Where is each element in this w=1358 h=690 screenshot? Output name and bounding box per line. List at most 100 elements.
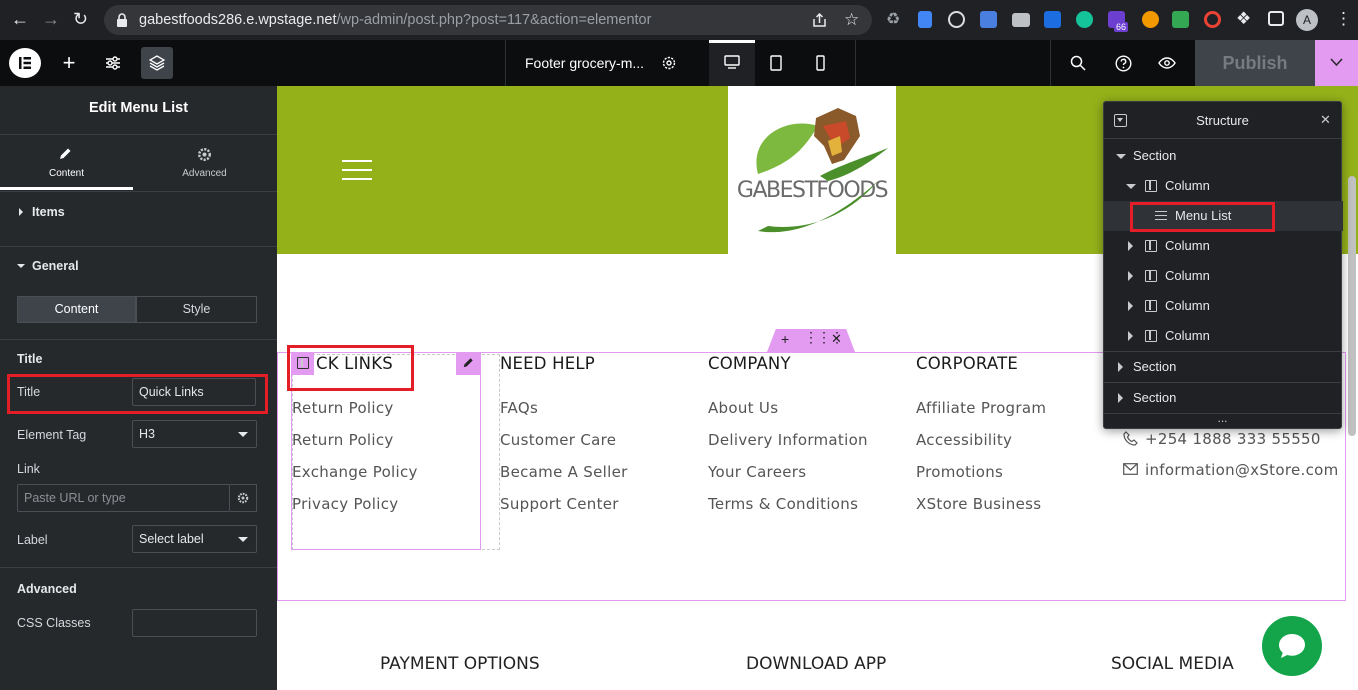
hamburger-menu-icon[interactable] [342, 160, 372, 182]
canvas-scrollbar[interactable] [1348, 176, 1356, 436]
chat-icon [1279, 634, 1305, 658]
element-tag-select[interactable]: H3 [132, 420, 257, 448]
document-title[interactable]: Footer grocery-m... [525, 55, 644, 71]
structure-row-section[interactable]: Section [1104, 383, 1343, 413]
advanced-group-heading: Advanced [17, 582, 77, 596]
docs-extension-icon[interactable] [918, 11, 932, 28]
column-3-link[interactable]: Your Careers [708, 463, 806, 481]
add-element-icon[interactable]: + [56, 40, 82, 86]
subtab-style-button[interactable]: Style [136, 296, 257, 323]
column-2-link[interactable]: Support Center [500, 495, 619, 513]
css-classes-input[interactable] [132, 609, 257, 637]
tab-content-label: Content [48, 168, 85, 179]
globe-extension-icon[interactable] [948, 11, 965, 28]
share-icon[interactable] [812, 13, 827, 28]
tablet-view-icon[interactable] [766, 40, 786, 86]
gear-icon [237, 492, 249, 504]
column-2-link[interactable]: Customer Care [500, 431, 616, 449]
site-logo[interactable]: GABESTFOODS [728, 86, 896, 254]
logo-text: GABESTFOODS [736, 178, 889, 203]
subtab-content-button[interactable]: Content [17, 296, 136, 323]
contact-email[interactable]: information@xStore.com [1145, 461, 1339, 479]
chat-button[interactable] [1262, 616, 1322, 676]
column-3-link[interactable]: Terms & Conditions [708, 495, 858, 513]
bookmark-star-icon[interactable]: ☆ [844, 5, 859, 35]
structure-row-column[interactable]: Column [1104, 321, 1343, 351]
tab-advanced[interactable]: Advanced [138, 135, 271, 190]
structure-row-column[interactable]: Column [1104, 261, 1343, 291]
label-field-label: Label [17, 533, 48, 547]
column-3-link[interactable]: Delivery Information [708, 431, 868, 449]
back-icon[interactable]: ← [11, 9, 29, 30]
green-extension-icon[interactable] [1172, 11, 1189, 28]
recycle-extension-icon[interactable]: ♻ [886, 9, 903, 28]
resize-handle[interactable]: ... [1104, 412, 1341, 424]
edit-widget-button[interactable] [456, 352, 480, 375]
page-settings-gear-icon[interactable] [658, 40, 680, 86]
column-4-heading: CORPORATE [916, 354, 1019, 373]
tab-advanced-label: Advanced [182, 168, 227, 179]
structure-row-column[interactable]: Column [1104, 231, 1343, 261]
tab-content[interactable]: Content [0, 135, 133, 190]
label-select[interactable]: Select label [132, 525, 257, 553]
label-select-value: Select label [139, 532, 204, 546]
title-highlight-box [7, 374, 268, 414]
link-label: Link [17, 462, 40, 476]
help-icon[interactable] [1113, 40, 1133, 86]
grammarly-extension-icon[interactable] [1076, 11, 1093, 28]
logo-graphic [756, 108, 888, 233]
kebab-menu-icon[interactable]: ⋮ [1335, 9, 1352, 29]
publish-options-button[interactable] [1315, 40, 1358, 86]
delete-section-icon[interactable]: ✕ [831, 331, 842, 347]
search-icon[interactable] [1068, 40, 1088, 86]
column-4-link[interactable]: Promotions [916, 463, 1003, 481]
section-items-toggle[interactable]: Items [0, 192, 277, 246]
contact-phone[interactable]: +254 1888 333 55550 [1145, 430, 1321, 448]
select-arrow-icon [238, 537, 248, 542]
link-url-input[interactable]: Paste URL or type [17, 484, 230, 512]
column-2-link[interactable]: Became A Seller [500, 463, 628, 481]
structure-row-column[interactable]: Column [1104, 291, 1343, 321]
browser-chrome: ← → ↻ gabestfoods286.e.wpstage.net/wp-ad… [0, 0, 1358, 40]
forward-icon[interactable]: → [42, 9, 60, 30]
mobile-view-icon[interactable] [810, 40, 830, 86]
chrome-extension-icon[interactable] [1204, 11, 1221, 28]
sidepanel-icon[interactable] [1268, 11, 1284, 26]
column-1-link[interactable]: Return Policy [292, 431, 394, 449]
column-2-link[interactable]: FAQs [500, 399, 538, 417]
pencil-icon [60, 148, 71, 159]
publish-button[interactable]: Publish [1195, 40, 1315, 86]
column-4-link[interactable]: Accessibility [916, 431, 1012, 449]
column-1-link[interactable]: Return Policy [292, 399, 394, 417]
desktop-view-button[interactable] [709, 40, 755, 86]
column-4-link[interactable]: Affiliate Program [916, 399, 1046, 417]
structure-row-section[interactable]: Section [1104, 141, 1343, 171]
site-settings-icon[interactable] [100, 40, 126, 86]
profile-avatar[interactable]: A [1296, 9, 1318, 31]
section-handle[interactable]: + ⋮⋮⋮ ✕ [767, 329, 855, 352]
translate-extension-icon[interactable] [980, 11, 997, 28]
section-general-toggle[interactable]: General [0, 247, 277, 277]
close-icon[interactable]: ✕ [1320, 112, 1331, 128]
url-host: gabestfoods286.e.wpstage.net [139, 12, 337, 28]
structure-layers-icon[interactable] [141, 47, 173, 79]
structure-row-column[interactable]: Column [1104, 171, 1343, 201]
column-1-link[interactable]: Exchange Policy [292, 463, 418, 481]
extensions-puzzle-icon[interactable]: ❖ [1236, 9, 1251, 29]
link-options-button[interactable] [230, 484, 257, 512]
panel-heading: Edit Menu List [88, 100, 189, 116]
column-1-link[interactable]: Privacy Policy [292, 495, 398, 513]
column-3-link[interactable]: About Us [708, 399, 778, 417]
reload-icon[interactable]: ↻ [73, 9, 88, 30]
s-extension-icon[interactable] [1044, 11, 1061, 28]
add-section-icon[interactable]: + [781, 331, 789, 347]
camera-extension-icon[interactable] [1012, 13, 1030, 27]
address-bar[interactable]: gabestfoods286.e.wpstage.net/wp-admin/po… [104, 5, 872, 35]
elementor-logo-icon[interactable] [9, 48, 41, 78]
orange-extension-icon[interactable] [1142, 11, 1159, 28]
preview-eye-icon[interactable] [1156, 40, 1178, 86]
column-4-link[interactable]: XStore Business [916, 495, 1041, 513]
css-classes-label: CSS Classes [17, 616, 91, 630]
structure-row-section[interactable]: Section [1104, 352, 1343, 382]
url-path: /wp-admin/post.php?post=117&action=eleme… [336, 12, 652, 28]
